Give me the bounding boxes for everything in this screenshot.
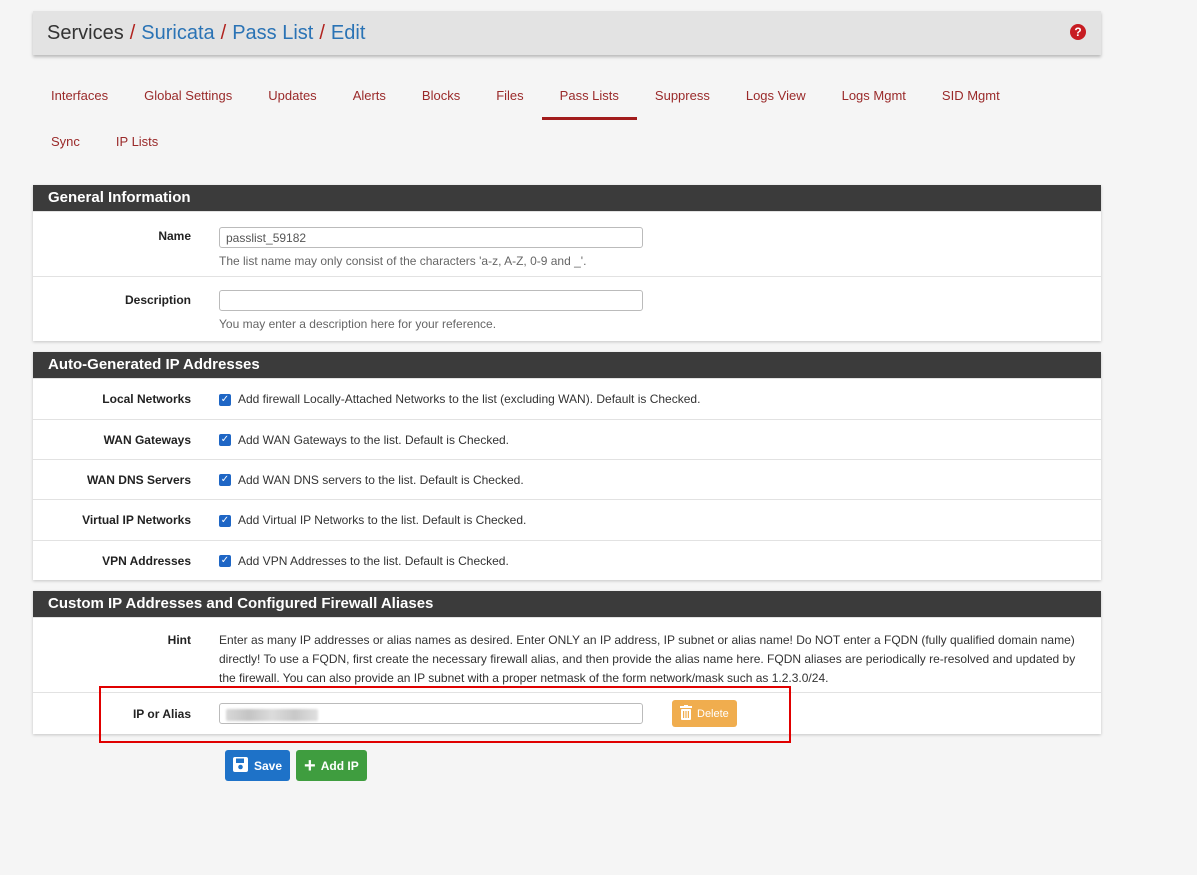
name-row: Name The list name may only consist of t… xyxy=(33,211,1101,276)
auto-generated-panel: Auto-Generated IP Addresses Local Networ… xyxy=(33,352,1101,580)
form-actions: Save + Add IP xyxy=(225,750,367,781)
description-help-text: You may enter a description here for you… xyxy=(219,317,497,331)
virtual-ip-label: Virtual IP Networks xyxy=(82,513,191,527)
breadcrumb-separator: / xyxy=(319,21,325,44)
save-button[interactable]: Save xyxy=(225,750,291,781)
tab-pass-lists[interactable]: Pass Lists xyxy=(541,74,637,120)
vpn-addresses-row: VPN Addresses ✓ Add VPN Addresses to the … xyxy=(33,540,1101,580)
save-label: Save xyxy=(254,758,283,773)
breadcrumb-suricata[interactable]: Suricata xyxy=(141,22,214,45)
tab-bar: Interfaces Global Settings Updates Alert… xyxy=(33,74,1101,166)
plus-icon: + xyxy=(304,754,316,777)
wan-gateways-checkbox[interactable]: ✓ xyxy=(219,434,231,447)
tab-blocks[interactable]: Blocks xyxy=(404,74,478,120)
hint-label: Hint xyxy=(167,633,191,647)
wan-gateways-row: WAN Gateways ✓ Add WAN Gateways to the li… xyxy=(33,419,1101,459)
panel-title: Auto-Generated IP Addresses xyxy=(33,352,1101,378)
description-row: Description You may enter a description … xyxy=(33,276,1101,341)
breadcrumb-services: Services xyxy=(47,21,124,44)
virtual-ip-text: Add Virtual IP Networks to the list. Def… xyxy=(238,513,527,527)
save-icon xyxy=(233,756,248,775)
breadcrumb: Services / Suricata / Pass List / Edit ? xyxy=(33,11,1101,55)
tab-ip-lists[interactable]: IP Lists xyxy=(98,120,176,166)
local-networks-row: Local Networks ✓ Add firewall Locally-Att… xyxy=(33,378,1101,419)
vpn-addresses-text: Add VPN Addresses to the list. Default i… xyxy=(238,553,509,568)
tab-sync[interactable]: Sync xyxy=(33,120,98,166)
virtual-ip-row: Virtual IP Networks ✓ Add Virtual IP Netw… xyxy=(33,499,1101,540)
wan-dns-row: WAN DNS Servers ✓ Add WAN DNS servers to … xyxy=(33,459,1101,499)
add-ip-button[interactable]: + Add IP xyxy=(296,750,367,781)
local-networks-label: Local Networks xyxy=(102,392,191,406)
tab-logs-mgmt[interactable]: Logs Mgmt xyxy=(824,74,924,120)
general-information-panel: General Information Name The list name m… xyxy=(33,185,1101,341)
wan-gateways-text: Add WAN Gateways to the list. Default is… xyxy=(238,432,510,447)
hint-row: Hint Enter as many IP addresses or alias… xyxy=(33,617,1101,692)
highlight-box xyxy=(99,686,791,743)
breadcrumb-edit[interactable]: Edit xyxy=(331,22,365,45)
tab-suppress[interactable]: Suppress xyxy=(637,74,728,120)
hint-text: Enter as many IP addresses or alias name… xyxy=(219,633,1076,685)
tab-alerts[interactable]: Alerts xyxy=(335,74,404,120)
breadcrumb-pass-list[interactable]: Pass List xyxy=(232,22,313,45)
local-networks-text: Add firewall Locally-Attached Networks t… xyxy=(238,392,701,406)
panel-title: Custom IP Addresses and Configured Firew… xyxy=(33,591,1101,617)
virtual-ip-checkbox[interactable]: ✓ xyxy=(219,514,231,527)
tab-files[interactable]: Files xyxy=(478,74,541,120)
add-ip-label: Add IP xyxy=(320,758,359,773)
wan-dns-checkbox[interactable]: ✓ xyxy=(219,474,231,487)
vpn-addresses-label: VPN Addresses xyxy=(102,553,191,568)
name-label: Name xyxy=(158,229,191,243)
wan-dns-text: Add WAN DNS servers to the list. Default… xyxy=(238,472,524,487)
tab-updates[interactable]: Updates xyxy=(250,74,334,120)
tab-sid-mgmt[interactable]: SID Mgmt xyxy=(924,74,1018,120)
local-networks-checkbox[interactable]: ✓ xyxy=(219,393,231,406)
wan-dns-label: WAN DNS Servers xyxy=(86,472,191,487)
panel-title: General Information xyxy=(33,185,1101,211)
breadcrumb-separator: / xyxy=(129,21,136,44)
tab-global-settings[interactable]: Global Settings xyxy=(126,74,250,120)
name-help-text: The list name may only consist of the ch… xyxy=(219,254,587,268)
vpn-addresses-checkbox[interactable]: ✓ xyxy=(219,555,231,568)
question-circle-icon[interactable]: ? xyxy=(1070,24,1086,40)
wan-gateways-label: WAN Gateways xyxy=(103,432,191,447)
name-input[interactable] xyxy=(219,227,643,248)
description-label: Description xyxy=(124,293,191,307)
tab-logs-view[interactable]: Logs View xyxy=(728,74,824,120)
breadcrumb-separator: / xyxy=(220,21,227,44)
tab-interfaces[interactable]: Interfaces xyxy=(33,74,126,120)
description-input[interactable] xyxy=(219,290,643,311)
